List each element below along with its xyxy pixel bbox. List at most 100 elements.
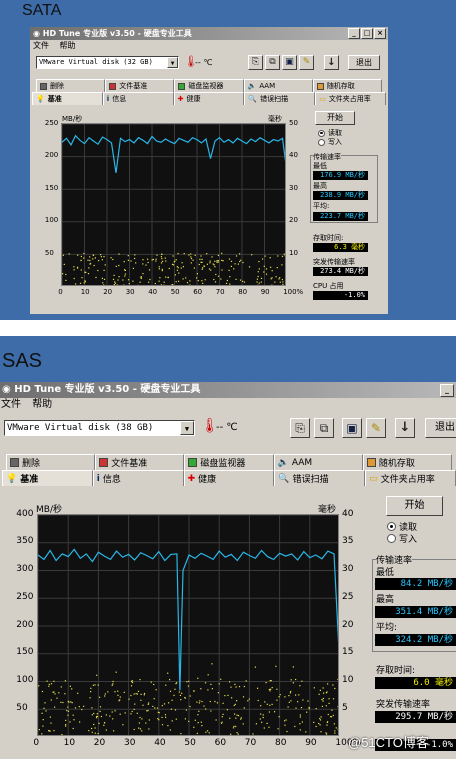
save-icon[interactable]: ▣ [282,55,297,70]
radio-read-dot[interactable] [387,522,396,531]
access-time-point [307,700,309,702]
access-time-point [80,259,82,261]
access-time-point [242,696,245,698]
access-time-point [93,723,95,726]
access-time-point [299,729,301,731]
tab-info[interactable]: i 信息 [92,470,184,486]
access-time-point [247,700,249,702]
menu-file[interactable]: 文件 [33,41,49,50]
access-time-point [211,256,213,258]
tab-health[interactable]: ✚ 健康 [183,470,275,486]
access-time-point [73,269,75,271]
access-time-point [150,681,152,683]
access-time-point [213,278,215,281]
access-time-point [234,263,236,265]
tab-error-scan[interactable]: 🔍 错误扫描 [244,92,316,105]
access-time-point [203,265,206,267]
disk-select[interactable]: VMware Virtual disk (32 GB) ▼ [36,56,179,69]
close-button[interactable]: × [374,28,386,39]
access-time-point [99,706,102,708]
access-time-point [88,730,90,732]
access-time-point [201,701,203,703]
options-icon[interactable]: ✎ [299,55,314,70]
access-time-point [136,712,138,714]
options-icon[interactable]: ✎ [366,418,386,438]
start-button[interactable]: 开始 [315,111,355,125]
access-time-point [232,727,235,729]
tab-file-benchmark[interactable]: 文件基准 [95,454,185,470]
exit-button[interactable]: 退出 [348,55,380,70]
copy-image-button[interactable]: ⧉ [314,418,334,438]
copy-text-button[interactable]: ⎘ [248,55,263,70]
access-time-point [226,279,228,282]
access-time-point [180,699,182,701]
access-time-point [91,707,93,709]
access-time-point [46,680,48,682]
menu-file[interactable]: 文件 [1,399,21,410]
tab-erase[interactable]: 删除 [36,79,106,92]
access-time-point [107,691,109,693]
radio-write-dot[interactable] [387,534,396,543]
access-time-point [137,690,140,692]
tab-folder-usage[interactable]: ▭ 文件夹占用率 [315,92,386,105]
access-time-point [99,696,101,698]
tab-folder-usage[interactable]: ▭ 文件夹占用率 [365,470,456,486]
access-time-point [322,697,324,700]
access-time-point [180,267,182,269]
radio-write[interactable]: 写入 [387,532,417,545]
access-time-point [278,278,280,280]
access-time-point [257,271,259,273]
access-time-point [113,284,115,285]
tab-health[interactable]: ✚ 健康 [173,92,245,105]
access-time-point [326,724,328,726]
chevron-down-icon[interactable]: ▼ [180,421,194,435]
access-time-point [235,717,237,719]
access-time-point [118,276,120,278]
tab-file-benchmark[interactable]: 文件基准 [105,79,175,92]
access-time-point [318,693,320,695]
access-time-point [281,255,284,257]
radio-write-dot[interactable] [318,138,325,146]
tab-info[interactable]: i 信息 [102,92,174,105]
start-button[interactable]: 开始 [386,496,443,516]
access-time-point [294,725,296,728]
exit-button[interactable]: 退出 [425,418,456,438]
download-arrow-icon[interactable]: ↓ [324,55,339,70]
access-time-point [160,284,162,285]
disk-select[interactable]: VMware Virtual disk (38 GB) ▼ [4,420,195,436]
save-icon[interactable]: ▣ [342,418,362,438]
access-time-point [139,716,141,719]
tab-benchmark[interactable]: 💡 基准 [32,92,103,105]
copy-text-button[interactable]: ⎘ [290,418,310,438]
access-time-point [205,731,207,733]
download-arrow-icon[interactable]: ↓ [395,418,415,438]
tab-aam[interactable]: 🔈 AAM [243,79,313,92]
tab-aam[interactable]: 🔈 AAM [273,454,363,470]
copy-image-button[interactable]: ⧉ [265,55,280,70]
access-time-point [239,260,241,263]
radio-write[interactable]: 写入 [318,137,342,147]
menu-help[interactable]: 帮助 [60,41,76,50]
access-time-point [218,275,220,277]
access-time-point [153,698,155,700]
chevron-down-icon[interactable]: ▼ [167,57,178,68]
access-time-point [157,718,159,720]
tab-disk-monitor[interactable]: 磁盘监视器 [184,454,274,470]
minimize-button[interactable]: _ [440,384,454,397]
access-time-point [99,710,101,712]
radio-read-dot[interactable] [318,129,325,137]
tab-error-scan[interactable]: 🔍 错误扫描 [274,470,366,486]
minimize-button[interactable]: _ [348,28,360,39]
tab-random-access[interactable]: 随机存取 [312,79,383,92]
tab-benchmark[interactable]: 💡 基准 [2,470,93,486]
tab-erase[interactable]: 删除 [6,454,96,470]
maximize-button[interactable]: □ [361,28,373,39]
access-time-point [142,273,144,275]
tab-random-access[interactable]: 随机存取 [362,454,453,470]
menu-help[interactable]: 帮助 [32,399,52,410]
access-time-point [60,686,62,688]
y2-tick-label: 30 [342,564,354,574]
x-tick-label: 60 [214,738,227,748]
tab-disk-monitor[interactable]: 磁盘监视器 [174,79,244,92]
access-time-label: 存取时间: [376,666,416,676]
